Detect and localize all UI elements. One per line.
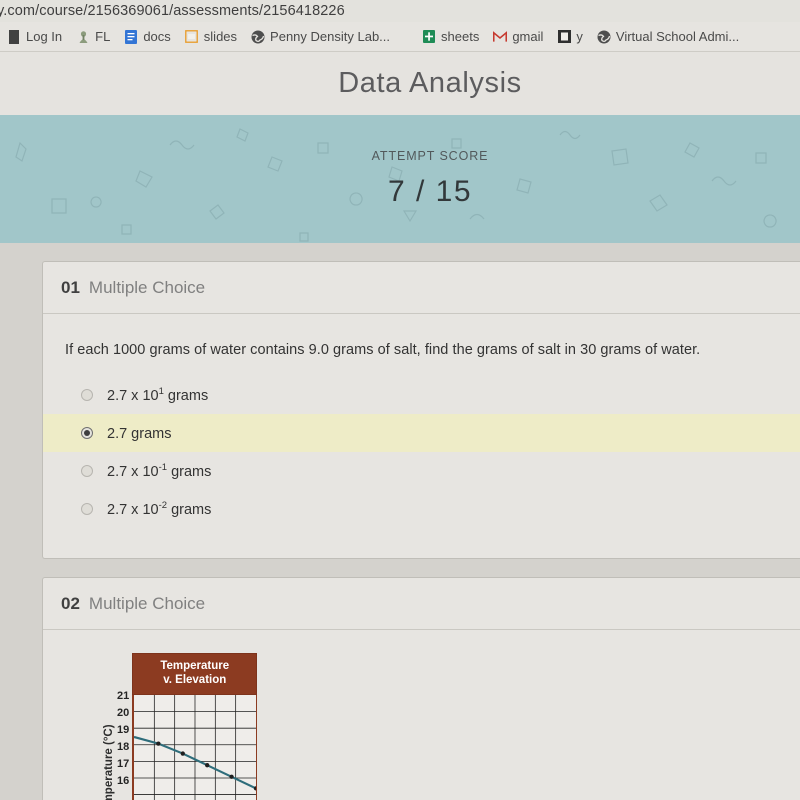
bookmark-label: Log In [26,29,63,44]
bookmark-label: docs [143,29,171,44]
chart-title: Temperature v. Elevation [132,653,258,695]
assessment-body: 01 Multiple Choice If each 1000 grams of… [0,243,800,800]
score-content: ATTEMPT SCORE 7 / 15 [0,115,800,243]
bookmark-label: sheets [441,29,480,44]
bookmark-fl[interactable]: FL [69,22,117,51]
bookmark-penny-density-lab[interactable]: Penny Density Lab... [244,22,397,51]
option-row-3[interactable]: 2.7 x 10-1 grams [43,452,800,490]
option-label-3: 2.7 x 10-1 grams [107,462,211,480]
radio-button-2[interactable] [81,427,93,439]
bookmark-label: y [576,29,583,44]
question-type: Multiple Choice [88,593,206,613]
y-tick: 19 [117,724,130,736]
square-icon [557,30,571,44]
option-row-2[interactable]: 2.7 grams [43,414,800,452]
page-title: Data Analysis [338,67,522,99]
bookmark-log-in[interactable]: Log In [0,22,69,51]
question-01-text: If each 1000 grams of water contains 9.0… [65,342,701,358]
option-unit-1: grams [163,387,209,404]
y-tick: 20 [117,707,130,719]
option-base-2: 2.7 grams [107,425,172,442]
bookmark-docs[interactable]: docs [117,22,177,51]
globe-icon [597,30,611,44]
option-unit-3: grams [167,463,212,480]
question-type: Multiple Choice [88,277,206,297]
florida-seal-icon [76,30,90,44]
option-row-1[interactable]: 2.7 x 101 grams [43,376,800,414]
question-number: 02 [61,593,80,613]
assessment-title-bar: Data Analysis [0,52,800,115]
bookmark-gmail[interactable]: gmail [486,22,550,51]
bookmark-y[interactable]: y [550,22,590,51]
google-docs-icon [124,29,138,44]
question-01-options: 2.7 x 101 grams 2.7 grams 2.7 x 10-1 gra… [43,376,800,528]
question-01-header: 01 Multiple Choice [43,262,800,314]
option-label-1: 2.7 x 101 grams [107,386,208,404]
temperature-elevation-chart: Temperature (°C) 21 20 19 18 17 16 Tempe… [103,653,258,800]
chart-y-tick-labels: 21 20 19 18 17 16 [117,653,129,800]
question-number: 01 [61,277,80,297]
option-base-1: 2.7 x 10 [107,387,159,404]
url-text[interactable]: y.com/course/2156369061/assessments/2156… [0,3,345,19]
radio-button-1[interactable] [81,389,93,401]
y-tick: 18 [117,741,130,753]
bookmark-label: slides [203,29,238,44]
y-tick: 21 [117,690,130,702]
attempt-score-label: ATTEMPT SCORE [371,149,489,163]
bookmarks-bar: Log In FL docs slides Penny Density Lab.… [0,22,800,52]
bookmark-label: gmail [512,29,544,44]
option-row-4[interactable]: 2.7 x 10-2 grams [43,490,800,528]
y-tick: 16 [117,775,130,787]
option-unit-4: grams [167,501,212,518]
bookmark-sheets[interactable]: sheets [415,22,486,51]
bookmark-slides[interactable]: slides [178,22,244,51]
option-exponent-4: -2 [158,500,168,512]
globe-icon [251,30,265,44]
option-base-4: 2.7 x 10 [107,501,159,518]
option-base-3: 2.7 x 10 [107,463,159,480]
gmail-icon [493,30,508,44]
bookmark-label: Virtual School Admi... [615,29,740,44]
chart-plot-area [132,694,258,800]
chart-svg [134,694,257,800]
browser-url-bar[interactable]: y.com/course/2156369061/assessments/2156… [0,0,800,22]
chart-column: Temperature v. Elevation [132,653,258,800]
bookmark-label: Penny Density Lab... [270,29,391,44]
chart-title-line-2: v. Elevation [163,674,227,687]
attempt-score-value: 7 / 15 [387,175,473,208]
question-card-01: 01 Multiple Choice If each 1000 grams of… [42,261,800,559]
google-slides-icon [185,30,199,44]
attempt-score-banner: ATTEMPT SCORE 7 / 15 [0,115,800,243]
radio-button-4[interactable] [81,503,93,515]
question-card-02: 02 Multiple Choice Temperature (°C) 21 2… [42,577,800,800]
bookmark-virtual-school-admin[interactable]: Virtual School Admi... [590,22,746,51]
option-label-2: 2.7 grams [107,424,171,442]
question-02-header: 02 Multiple Choice [43,578,800,630]
screenshot-root: y.com/course/2156369061/assessments/2156… [0,0,800,800]
y-tick: 17 [117,758,130,770]
chart-y-axis-label: Temperature (°C) [103,724,115,800]
option-exponent-3: -1 [158,462,168,474]
bookmark-label: FL [95,29,111,44]
radio-button-3[interactable] [81,465,93,477]
chart-title-line-1: Temperature [160,660,230,672]
google-sheets-icon [422,30,436,44]
bookmark-icon [7,29,21,44]
option-label-4: 2.7 x 10-2 grams [107,500,211,518]
